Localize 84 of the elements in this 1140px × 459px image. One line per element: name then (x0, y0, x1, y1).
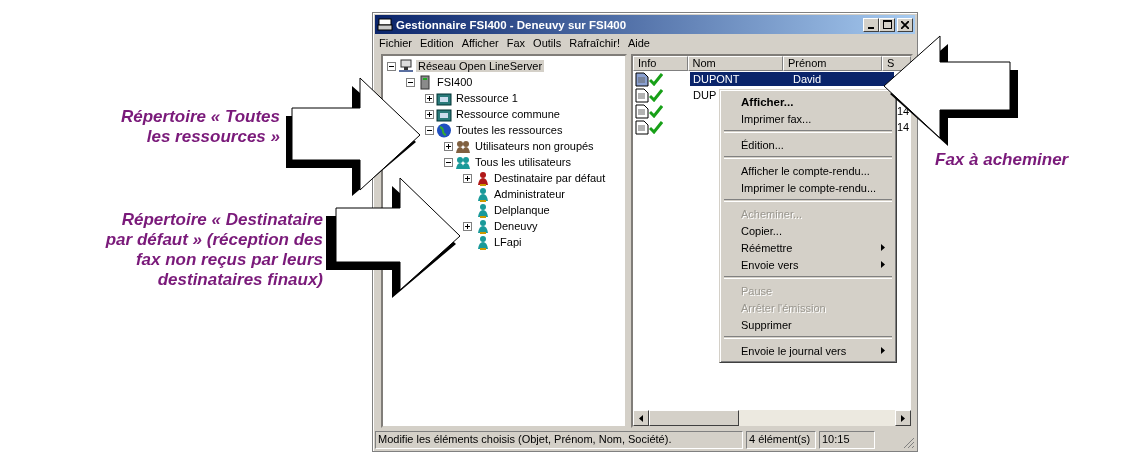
scroll-thumb[interactable] (649, 410, 739, 426)
menu-item[interactable]: Fichier (375, 37, 416, 49)
tree-item[interactable]: Deneuvy (492, 220, 540, 232)
tree-item[interactable]: Delplanque (492, 204, 552, 216)
expand-icon[interactable] (463, 173, 472, 183)
minimize-icon (868, 26, 874, 29)
tree-item[interactable]: Administrateur (492, 188, 567, 200)
menu-item[interactable]: Afficher le compte-rendu... (723, 162, 893, 179)
submenu-arrow-icon (881, 244, 885, 251)
check-icon (649, 71, 663, 86)
network-icon (398, 58, 414, 74)
clock-time: 10:15 (819, 431, 875, 449)
callout-caption: Répertoire « Destinataire par défaut » (réception des fax non reçus par leurs destinataires finaux) (105, 210, 323, 290)
close-button[interactable] (897, 17, 913, 32)
folder-icon (436, 90, 452, 106)
menu-item[interactable]: Imprimer fax... (723, 110, 893, 127)
menu-item[interactable]: Édition... (723, 136, 893, 153)
menu-item[interactable]: Outils (529, 37, 566, 49)
menu-item[interactable]: Afficher... (723, 93, 893, 110)
tree-item[interactable]: FSI400 (435, 76, 475, 88)
tree-item[interactable]: Utilisateurs non groupés (473, 140, 596, 152)
tree-item[interactable]: Réseau Open LineServer (416, 60, 545, 72)
menu-item[interactable]: Envoie vers (723, 256, 893, 273)
folder-icon (436, 106, 452, 122)
expand-icon[interactable] (425, 93, 434, 103)
tree-item[interactable]: Toutes les ressources (454, 124, 565, 136)
menu-item[interactable]: Rafraîchir! (565, 37, 624, 49)
scroll-left-button[interactable] (633, 410, 649, 426)
right-arrow-icon (901, 414, 905, 422)
document-icon (635, 71, 649, 87)
window-title: Gestionnaire FSI400 - Deneuvy sur FSI400 (396, 18, 627, 31)
table-cell-text: David (792, 73, 823, 85)
collapse-icon[interactable] (406, 77, 415, 87)
table-cell-text: DUPONT (692, 73, 741, 85)
document-icon (635, 119, 649, 135)
menu-item[interactable]: Edition (416, 37, 458, 49)
resize-grip-icon (903, 437, 915, 449)
menu-item[interactable]: Réémettre (723, 239, 893, 256)
menu-item[interactable]: Supprimer (723, 316, 893, 333)
collapse-icon[interactable] (425, 125, 434, 135)
tree-item[interactable]: Tous les utilisateurs (473, 156, 573, 168)
check-icon (649, 103, 663, 118)
check-icon (649, 87, 663, 102)
expand-icon[interactable] (463, 221, 472, 231)
item-count: 4 élément(s) (746, 431, 816, 449)
status-text: Modifie les éléments choisis (Objet, Prénom, Nom, Société). (375, 431, 743, 449)
callout-caption: Fax à acheminer (935, 150, 1069, 170)
expand-icon[interactable] (425, 109, 434, 119)
minimize-button[interactable] (863, 17, 879, 32)
close-icon (901, 20, 909, 29)
menu-item[interactable]: Fax (502, 37, 530, 49)
maximize-button[interactable] (879, 17, 895, 32)
maximize-icon (882, 20, 892, 29)
menu-item[interactable]: Aide (623, 37, 654, 49)
server-icon (417, 74, 433, 90)
tree-item[interactable]: Ressource commune (454, 108, 562, 120)
menu-item[interactable]: Imprimer le compte-rendu... (723, 179, 893, 196)
collapse-icon[interactable] (444, 157, 453, 167)
document-icon (635, 87, 649, 103)
left-arrow-icon (639, 414, 643, 422)
menu-item[interactable]: Afficher (457, 37, 503, 49)
column-header[interactable]: Prénom (782, 56, 883, 71)
scroll-right-button[interactable] (895, 410, 911, 426)
users-icon (455, 154, 471, 170)
horizontal-scrollbar[interactable] (633, 410, 911, 426)
collapse-icon[interactable] (387, 61, 396, 71)
users-icon (455, 138, 471, 154)
tree-item[interactable]: LFapi (492, 236, 524, 248)
column-header[interactable]: Info (633, 56, 688, 71)
fax-machine-icon (377, 17, 393, 32)
tree-item[interactable]: Ressource 1 (454, 92, 520, 104)
submenu-arrow-icon (881, 347, 885, 354)
expand-icon[interactable] (444, 141, 453, 151)
menu-item[interactable]: Envoie le journal vers (723, 342, 893, 359)
document-icon (635, 103, 649, 119)
menu-item[interactable]: Copier... (723, 222, 893, 239)
table-row[interactable]: DUPONT David (690, 72, 894, 86)
globe-icon (436, 122, 452, 138)
check-icon (649, 119, 663, 134)
table-cell-text: 14 (896, 121, 910, 133)
submenu-arrow-icon (881, 261, 885, 268)
callout-caption: Répertoire « Toutes les ressources » (120, 107, 280, 147)
column-header[interactable]: Nom (687, 56, 783, 71)
tree-item[interactable]: Destinataire par défaut (492, 172, 608, 184)
